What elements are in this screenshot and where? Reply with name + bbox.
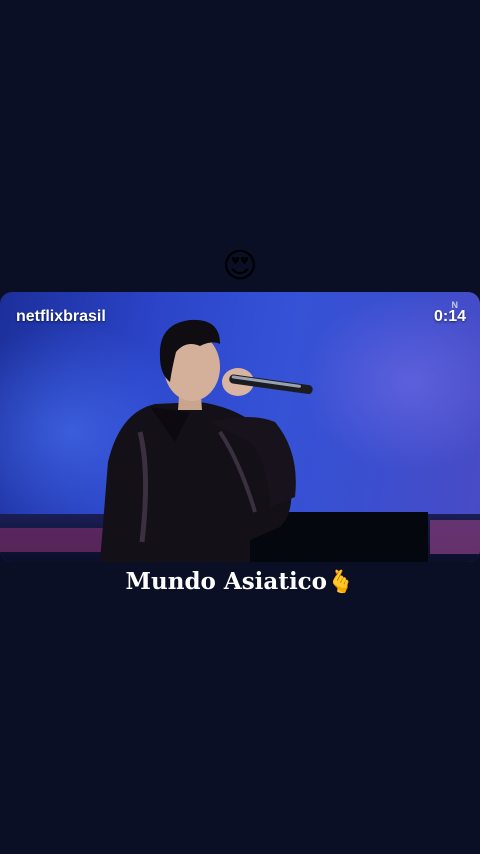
stage-light-right — [430, 520, 480, 554]
video-timestamp: 0:14 — [433, 308, 466, 325]
video-username[interactable]: netflixbrasil — [16, 308, 106, 326]
story-screen: 😍 netflixbrasil N 0:14 Mundo Asiatico🫰 — [0, 0, 480, 854]
singer-figure — [100, 319, 313, 562]
caption-text: Mundo Asiatico — [125, 568, 328, 595]
story-caption: Mundo Asiatico🫰 — [0, 564, 480, 601]
video-player[interactable]: netflixbrasil N 0:14 — [0, 292, 480, 562]
finger-heart-emoji-icon: 🫰 — [327, 570, 355, 595]
heart-eyes-emoji-icon: 😍 — [222, 246, 258, 286]
